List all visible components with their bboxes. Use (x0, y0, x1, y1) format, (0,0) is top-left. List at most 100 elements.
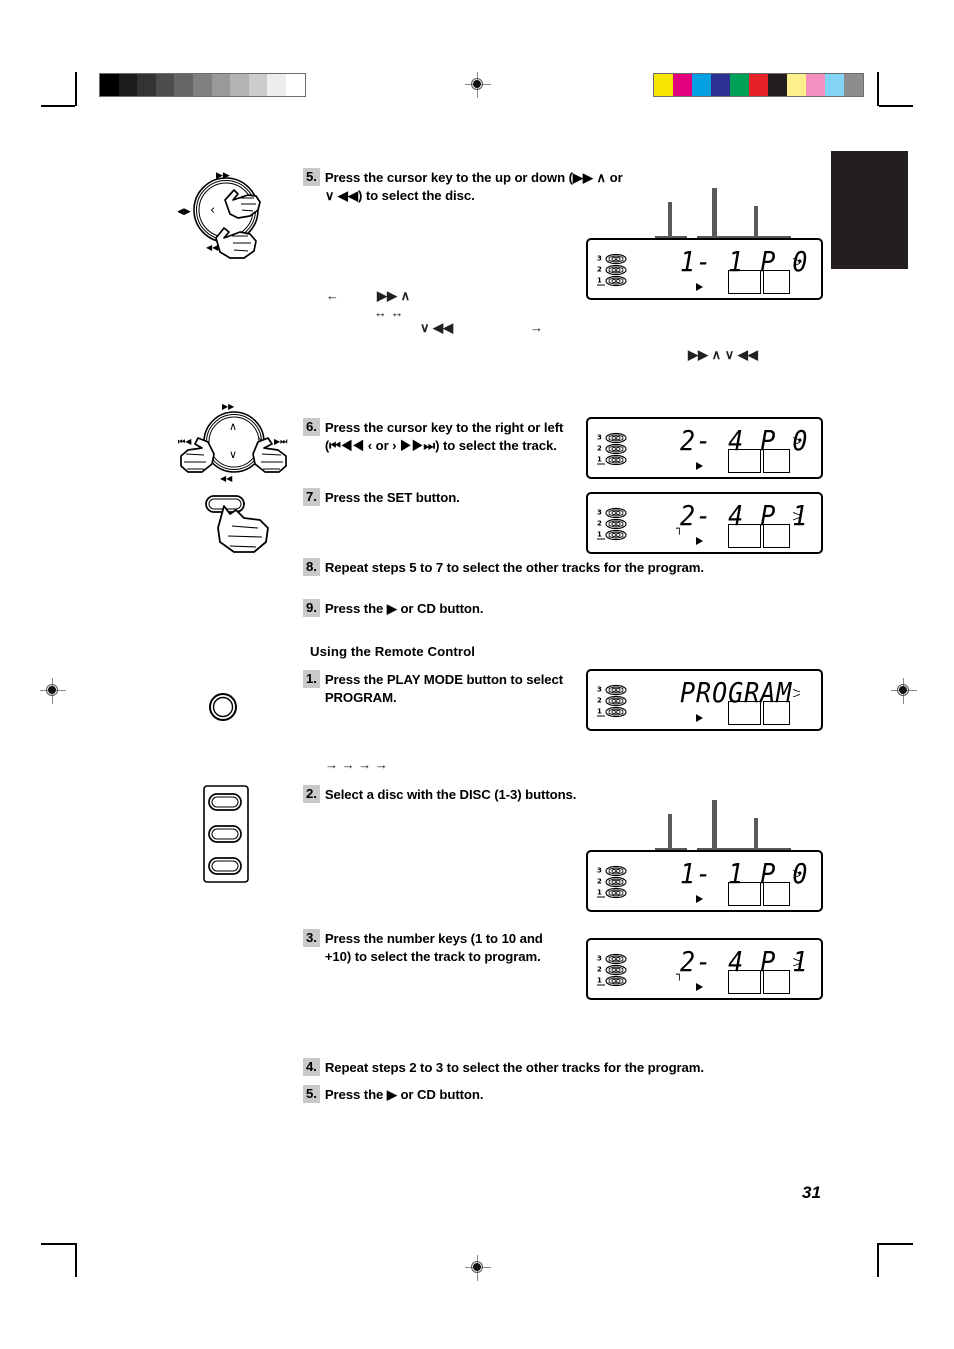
display-program-mode-remote: 3 2 1 PROGRAM ハ (586, 669, 823, 731)
step-text: Press the ▶ or CD button. (324, 601, 484, 616)
disc-indicator-stack: 3 2 1 (597, 507, 627, 540)
disc-number-label: 1 (597, 455, 605, 464)
color-swatch-6 (768, 74, 787, 96)
glyph-fastforward-up: ▶▶ ∧ (377, 288, 411, 303)
grayscale-swatch-5 (192, 74, 212, 96)
crop-mark-top-right-h (879, 105, 913, 107)
glyph-flow-arrows: → → → → (325, 757, 388, 772)
grayscale-swatch-6 (211, 74, 231, 96)
grayscale-swatch-8 (248, 74, 268, 96)
display-disc-select-front: 3 2 1 1- 1 P 0ハ (586, 238, 823, 300)
step-number: 6. (303, 418, 320, 436)
disc-number-label: 2 (597, 519, 602, 528)
section-heading-remote-control: Using the Remote Control (310, 644, 476, 659)
display-mode-box-1 (728, 701, 761, 725)
color-swatch-5 (749, 74, 768, 96)
glyph-right-arrow: → (530, 320, 543, 335)
disc-indicator-stack: 3 2 1 (597, 684, 627, 717)
disc-icon (605, 887, 627, 898)
crop-mark-bottom-right-h (879, 1243, 913, 1245)
display-side-mark: ハ (790, 688, 801, 697)
disc-indicator-stack: 3 2 1 (597, 865, 627, 898)
step-number: 7. (303, 488, 320, 506)
disc-icon (605, 706, 627, 717)
grayscale-calibration-bar (99, 73, 306, 97)
disc-indicator-1: 1 (597, 706, 627, 718)
step-text: Press the PLAY MODE button to select PRO… (324, 672, 564, 705)
disc-indicator-stack: 3 2 1 (597, 432, 627, 465)
disc-number-label: 3 (597, 254, 602, 263)
step-number: 9. (303, 599, 320, 617)
display-mode-box-2 (763, 701, 790, 725)
disc-number-label: 2 (597, 877, 602, 886)
crop-mark-top-left-v (75, 72, 77, 106)
step-number: 5. (303, 1085, 320, 1103)
display-mode-box-1 (728, 449, 761, 473)
disc-indicator-stack: 3 2 1 (597, 253, 627, 286)
display-mode-boxes (728, 882, 790, 906)
step-number: 1. (303, 670, 320, 688)
step-8-front-panel: 8. Repeat steps 5 to 7 to select the oth… (303, 558, 863, 577)
svg-text:‹: ‹ (210, 203, 215, 218)
display-mode-box-1 (728, 970, 761, 994)
svg-text:▶▶: ▶▶ (216, 171, 230, 181)
display-mode-box-2 (763, 270, 790, 294)
disc-number-label: 2 (597, 265, 602, 274)
step-6-front-panel: 6. Press the cursor key to the right or … (303, 418, 581, 454)
step-text: Press the cursor key to the right or lef… (324, 420, 564, 453)
disc-icon (605, 975, 627, 986)
grayscale-swatch-10 (285, 74, 305, 96)
crop-mark-top-left-h (41, 105, 75, 107)
step-text: Press the ▶ or CD button. (324, 1087, 484, 1102)
disc-icon (605, 529, 627, 540)
step-number: 2. (303, 785, 320, 803)
section-tab-marker (831, 151, 908, 269)
svg-text:◀▶: ◀▶ (178, 207, 191, 217)
leader-line-disc-1 (668, 202, 672, 240)
set-button-press-illustration (198, 490, 298, 570)
disc-number-label: 3 (597, 433, 602, 442)
disc-number-label: 1 (597, 707, 605, 716)
color-swatch-10 (844, 74, 863, 96)
svg-text:∧: ∧ (229, 420, 237, 433)
disc-number-label: 1 (597, 888, 605, 897)
disc-icon (605, 443, 627, 454)
step-text: Press the SET button. (324, 490, 460, 505)
grayscale-swatch-7 (230, 74, 249, 96)
glyph-cursor-keys-summary: ▶▶ ∧ ∨ ◀◀ (688, 347, 758, 362)
disc-icon (605, 865, 627, 876)
leader-line-disc-5 (668, 814, 672, 852)
step-7-front-panel: 7. Press the SET button. (303, 488, 581, 507)
disc-icon (605, 275, 627, 286)
disc-icon (605, 876, 627, 887)
display-mode-boxes (728, 449, 790, 473)
play-indicator-icon (696, 895, 703, 903)
disc-icon (605, 684, 627, 695)
color-swatch-7 (787, 74, 806, 96)
grayscale-swatch-2 (137, 74, 156, 96)
display-mode-boxes (728, 701, 790, 725)
play-indicator-icon (696, 983, 703, 991)
grayscale-swatch-1 (118, 74, 138, 96)
play-indicator-icon (696, 714, 703, 722)
color-swatch-0 (654, 74, 673, 96)
disc-number-label: 3 (597, 685, 602, 694)
display-side-mark: ハ (790, 436, 801, 445)
disc-number-label: 3 (597, 954, 602, 963)
step-number: 3. (303, 929, 320, 947)
display-track-entry-remote: 3 2 1 2- 4 P 1 ハ ┐ (586, 938, 823, 1000)
step-9-front-panel: 9. Press the ▶ or CD button. (303, 599, 703, 618)
leader-line-prog-1 (754, 206, 758, 240)
disc-number-label: 3 (597, 866, 602, 875)
disc-indicator-1: 1 (597, 529, 627, 541)
color-calibration-bar (653, 73, 864, 97)
disc-indicator-stack: 3 2 1 (597, 953, 627, 986)
leader-line-track-5 (712, 800, 717, 852)
grayscale-swatch-4 (174, 74, 193, 96)
step-number: 5. (303, 168, 320, 186)
svg-text:▶⏭: ▶⏭ (274, 437, 288, 446)
glyph-left-arrow: ← (326, 288, 339, 303)
svg-text:▶▶: ▶▶ (222, 402, 235, 411)
play-indicator-icon (696, 283, 703, 291)
play-indicator-icon (696, 537, 703, 545)
